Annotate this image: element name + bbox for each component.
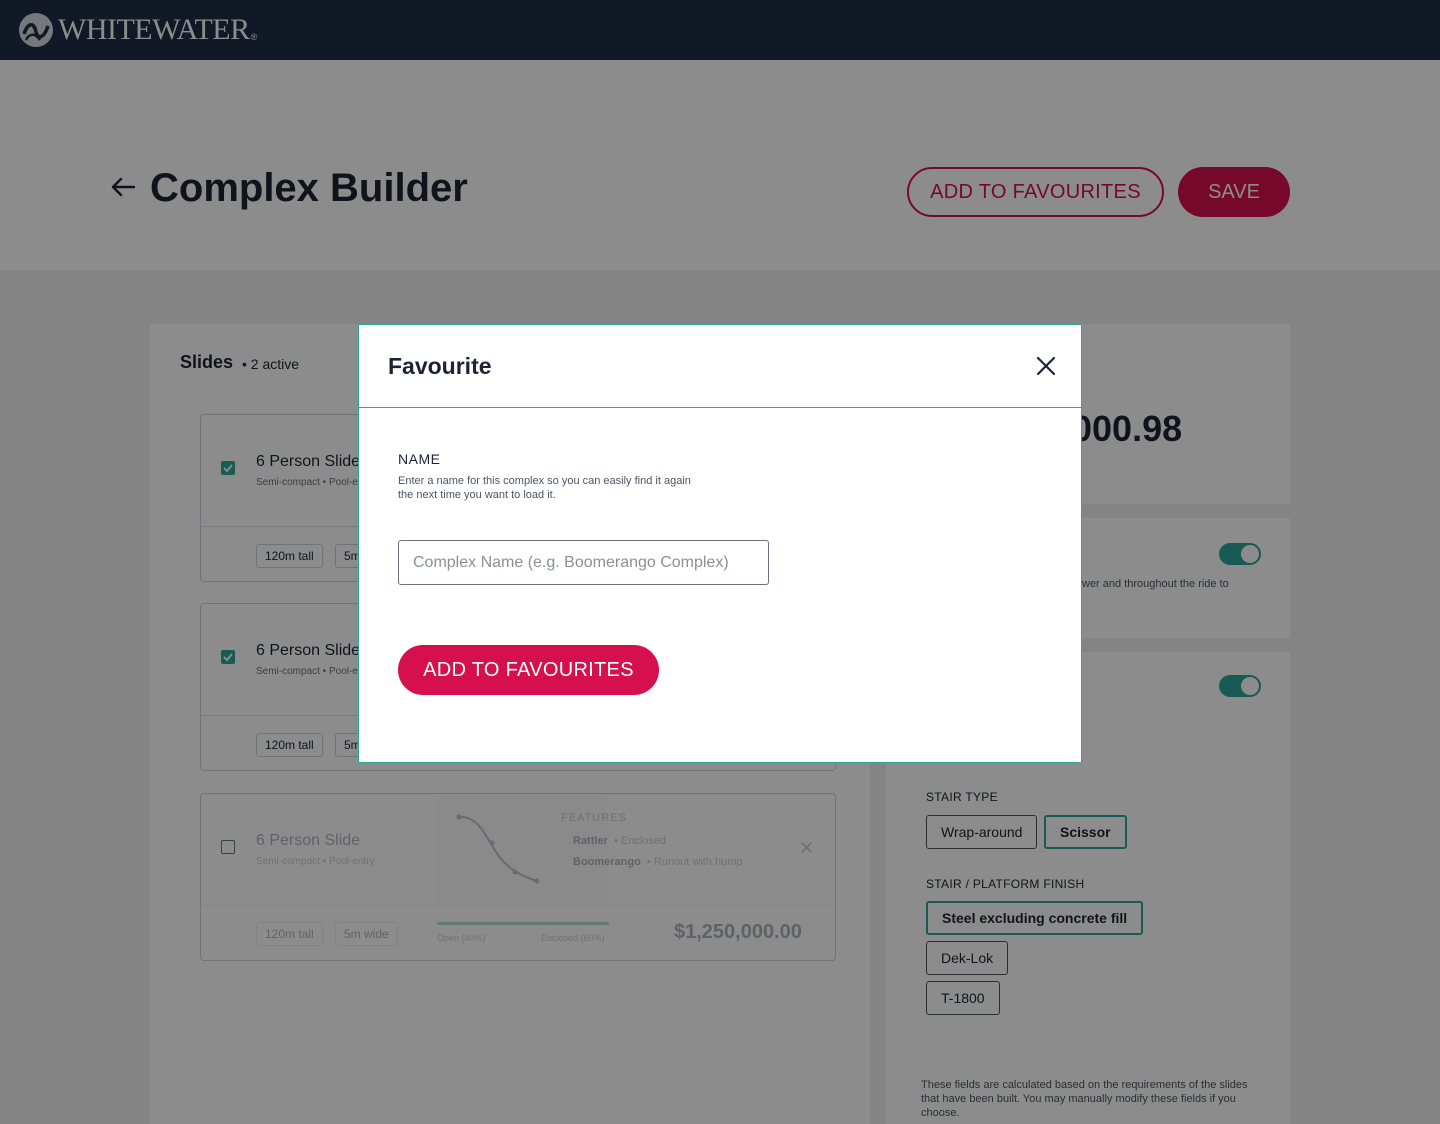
close-icon[interactable]: [1033, 353, 1059, 379]
favourite-modal: Favourite NAME Enter a name for this com…: [358, 324, 1082, 763]
name-field-help: Enter a name for this complex so you can…: [398, 475, 691, 501]
modal-title: Favourite: [388, 353, 492, 379]
add-to-favourites-submit-button[interactable]: ADD TO FAVOURITES: [398, 645, 659, 695]
modal-divider: [359, 407, 1081, 408]
name-field-label: NAME: [398, 451, 441, 467]
complex-name-input[interactable]: [398, 540, 769, 585]
